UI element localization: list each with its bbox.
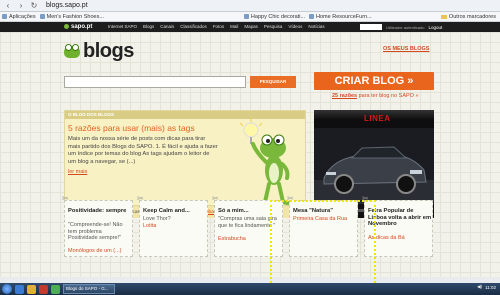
taskbar-window[interactable]: Blogs do SAPO - G... [63, 284, 115, 294]
sapo-search-input[interactable] [360, 24, 382, 30]
blogs-logo[interactable]: blogs [64, 40, 134, 63]
sapo-logo[interactable]: sapo.pt [64, 24, 92, 30]
sapo-dot-icon [64, 24, 69, 29]
os-taskbar: Blogs do SAPO - G... ◀) 11:02 [0, 283, 500, 295]
reload-icon[interactable]: ↻ [30, 1, 38, 10]
ad-brand-logo: LINEA [364, 114, 391, 123]
sapo-nav-item[interactable]: Canais [160, 24, 174, 29]
frog-mascot-icon [239, 118, 293, 206]
ie-icon[interactable] [15, 284, 24, 294]
back-icon[interactable]: ‹ [4, 1, 12, 10]
selection-highlight [270, 200, 376, 287]
media-icon[interactable] [39, 284, 48, 294]
sapo-nav-item[interactable]: Blogs [143, 24, 154, 29]
sapo-nav-item[interactable]: Internet SAPO [108, 24, 137, 29]
bookmark-icon [309, 14, 315, 19]
folder-icon[interactable] [27, 284, 36, 294]
blog-search-input[interactable] [64, 76, 246, 88]
browser-address-bar: ‹ › ↻ blogs.sapo.pt [0, 0, 500, 12]
sapo-nav-item[interactable]: Mapas [244, 24, 258, 29]
sapo-nav-item[interactable]: Classificados [180, 24, 207, 29]
logout-link[interactable]: Logout [428, 25, 442, 30]
scissors-icon: ✂ [137, 194, 144, 203]
bookmark-icon [243, 14, 249, 19]
sapo-right: Utilizador autenticado Logout [360, 24, 442, 30]
scissors-icon: ✂ [62, 194, 69, 203]
feature-text: Mais um da nossa série de posts com dica… [68, 136, 218, 165]
sapo-nav-item[interactable]: Fotos [213, 24, 224, 29]
sapo-nav: Internet SAPO Blogs Canais Classificados… [108, 24, 325, 29]
bookmark-icon [39, 14, 45, 19]
system-tray: ◀) 11:02 [477, 284, 496, 290]
bookmark-mens-fashion[interactable]: Men's Fashion Shoes... [39, 14, 104, 20]
sapo-nav-item[interactable]: Notícias [308, 24, 324, 29]
read-more-link[interactable]: ler mais [68, 169, 87, 175]
bookmark-happy-chic[interactable]: Happy Chic decorati... [243, 14, 305, 20]
auth-status: Utilizador autenticado [386, 24, 425, 30]
sapo-nav-item[interactable]: Mail [230, 24, 238, 29]
scissors-icon: ✂ [212, 194, 219, 203]
sapo-top-bar: sapo.pt Internet SAPO Blogs Canais Class… [0, 22, 500, 32]
my-blogs-link[interactable]: OS MEUS BLOGS [383, 46, 429, 52]
bookmarks-bar: Aplicações Men's Fashion Shoes... Happy … [0, 12, 500, 22]
sapo-nav-item[interactable]: Pesquisa [264, 24, 283, 29]
feature-title[interactable]: 5 razões para usar (mais) as tags [68, 123, 195, 133]
search-button[interactable]: PESQUISAR [250, 76, 296, 88]
post-card[interactable]: ✂ Keep Calm and... Love Thor? Loitta [137, 195, 208, 257]
create-blog-button[interactable]: CRIAR BLOG » [314, 72, 434, 90]
start-button[interactable] [2, 284, 12, 294]
other-bookmarks[interactable]: Outros marcadores [440, 14, 496, 20]
post-card[interactable]: ✂ Positividade: sempre "Compreende-se! N… [62, 195, 133, 257]
clock: 11:02 [485, 284, 496, 290]
sapo-nav-item[interactable]: Vídeos [288, 24, 302, 29]
volume-icon[interactable]: ◀) [477, 284, 482, 290]
forward-icon[interactable]: › [17, 1, 25, 10]
frog-logo-icon [64, 43, 80, 58]
bookmark-apps[interactable]: Aplicações [2, 14, 36, 20]
apps-icon [2, 14, 7, 19]
url-field[interactable]: blogs.sapo.pt [46, 2, 88, 9]
featured-posts: ✂ Positividade: sempre "Compreende-se! N… [62, 195, 434, 257]
bookmark-home-resource[interactable]: Home ResourceFurn... [309, 14, 372, 20]
car-image-icon [314, 128, 434, 204]
chrome-icon[interactable] [51, 284, 60, 294]
folder-icon [440, 15, 447, 19]
reasons-link[interactable]: 25 razões para ter blog no SAPO » [332, 93, 419, 99]
